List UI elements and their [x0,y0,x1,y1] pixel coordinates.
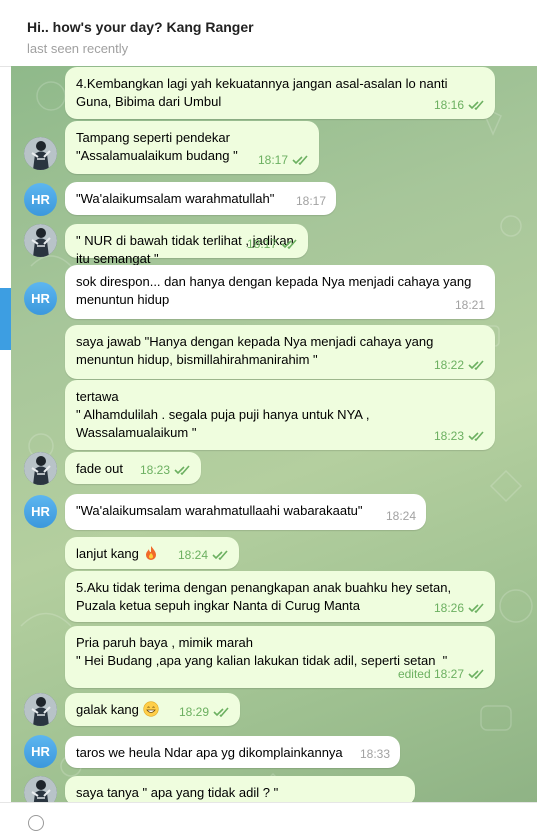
read-check-icon [468,431,484,441]
read-check-icon [213,707,229,717]
message-bubble[interactable]: fade out 18:23 [65,452,201,484]
message-time: 18:17 [246,237,277,251]
message-bubble[interactable]: " NUR di bawah tidak terlihat , jadikan … [65,224,308,266]
message-bubble[interactable]: tertawa " Alhamdulilah . segala puja puj… [65,380,495,450]
read-check-icon [468,100,484,110]
message-bubble[interactable]: galak kang 18:29 [65,693,240,726]
sender-avatar[interactable] [24,693,57,726]
message-bubble[interactable]: sok direspon... dan hanya dengan kepada … [65,265,495,319]
message-meta: 18:26 [434,599,485,617]
message-bubble[interactable]: taros we heula Ndar apa yg dikomplainkan… [65,736,400,768]
message-bubble[interactable]: Tampang seperti pendekar "Assalamualaiku… [65,121,319,174]
read-check-icon [468,669,484,679]
message-meta: 18:33 [360,745,390,763]
fire-emoji-icon [145,546,156,560]
message-meta: 18:16 [434,96,485,114]
side-indicator [0,288,11,350]
message-text: fade out [76,461,123,476]
message-time: 18:21 [454,298,485,312]
message-text: lanjut kang [76,546,139,561]
message-text: 4.Kembangkan lagi yah kekuatannya jangan… [76,76,448,109]
message-bubble[interactable]: Pria paruh baya , mimik marah " Hei Buda… [65,626,495,688]
chat-title[interactable]: Hi.. how's your day? Kang Ranger [27,19,254,35]
message-text: taros we heula Ndar apa yg dikomplainkan… [76,745,343,760]
contact-avatar[interactable]: HR [24,735,57,768]
message-text: 5.Aku tidak terima dengan penangkapan an… [76,580,452,613]
last-seen-status: last seen recently [27,41,129,56]
composer-bar[interactable] [0,802,537,831]
message-meta: 18:17 [296,192,326,210]
message-time: 18:33 [359,747,390,761]
sender-avatar[interactable] [24,452,57,485]
message-time: 18:23 [433,429,464,443]
message-text: sok direspon... dan hanya dengan kepada … [76,274,472,307]
sender-avatar[interactable] [24,224,57,257]
message-meta: 18:23 [434,427,485,445]
message-bubble[interactable]: 4.Kembangkan lagi yah kekuatannya jangan… [65,67,495,119]
read-check-icon [174,465,190,475]
message-time: edited 18:27 [397,667,464,681]
message-meta: 18:24 [386,507,416,525]
read-check-icon [281,239,297,249]
read-check-icon [212,550,228,560]
message-meta: 18:21 [455,296,485,314]
message-time: 18:16 [433,98,464,112]
message-bubble[interactable]: lanjut kang 18:24 [65,537,239,569]
message-meta: 18:23 [140,461,191,479]
message-bubble[interactable]: saya jawab "Hanya dengan kepada Nya menj… [65,325,495,379]
message-meta: edited 18:27 [398,665,485,683]
message-text: galak kang [76,702,139,717]
message-time: 18:23 [139,463,170,477]
message-time: 18:24 [177,548,208,562]
message-text: tertawa " Alhamdulilah . segala puja puj… [76,389,370,440]
message-text: Pria paruh baya , mimik marah " Hei Buda… [76,635,448,668]
message-time: 18:24 [385,509,416,523]
message-text: "Wa'alaikumsalam warahmatullah" [76,191,275,206]
message-bubble[interactable]: 5.Aku tidak terima dengan penangkapan an… [65,571,495,622]
message-time: 18:26 [433,601,464,615]
message-text: "Wa'alaikumsalam warahmatullaahi wabarak… [76,503,363,518]
message-time: 18:17 [295,194,326,208]
message-text: Tampang seperti pendekar "Assalamualaiku… [76,130,238,163]
contact-avatar[interactable]: HR [24,495,57,528]
message-time: 18:29 [178,705,209,719]
contact-avatar[interactable]: HR [24,282,57,315]
message-time: 18:22 [433,358,464,372]
grinning-emoji-icon [142,701,159,717]
message-meta: 18:29 [179,703,230,721]
read-check-icon [468,603,484,613]
message-meta: 18:24 [178,546,229,564]
message-text: saya tanya " apa yang tidak adil ? " [76,785,279,800]
message-meta: 18:17 [258,151,309,169]
message-bubble[interactable]: "Wa'alaikumsalam warahmatullah" 18:17 [65,182,336,215]
message-time: 18:17 [257,153,288,167]
message-text: saya jawab "Hanya dengan kepada Nya menj… [76,334,434,367]
message-meta: 18:22 [434,356,485,374]
message-meta: 18:17 [247,235,298,253]
read-check-icon [468,360,484,370]
message-bubble[interactable]: "Wa'alaikumsalam warahmatullaahi wabarak… [65,494,426,530]
chat-header: Hi.. how's your day? Kang Ranger last se… [0,0,537,67]
emoji-button-icon[interactable] [28,815,44,831]
contact-avatar[interactable]: HR [24,183,57,216]
sender-avatar[interactable] [24,137,57,170]
read-check-icon [292,155,308,165]
